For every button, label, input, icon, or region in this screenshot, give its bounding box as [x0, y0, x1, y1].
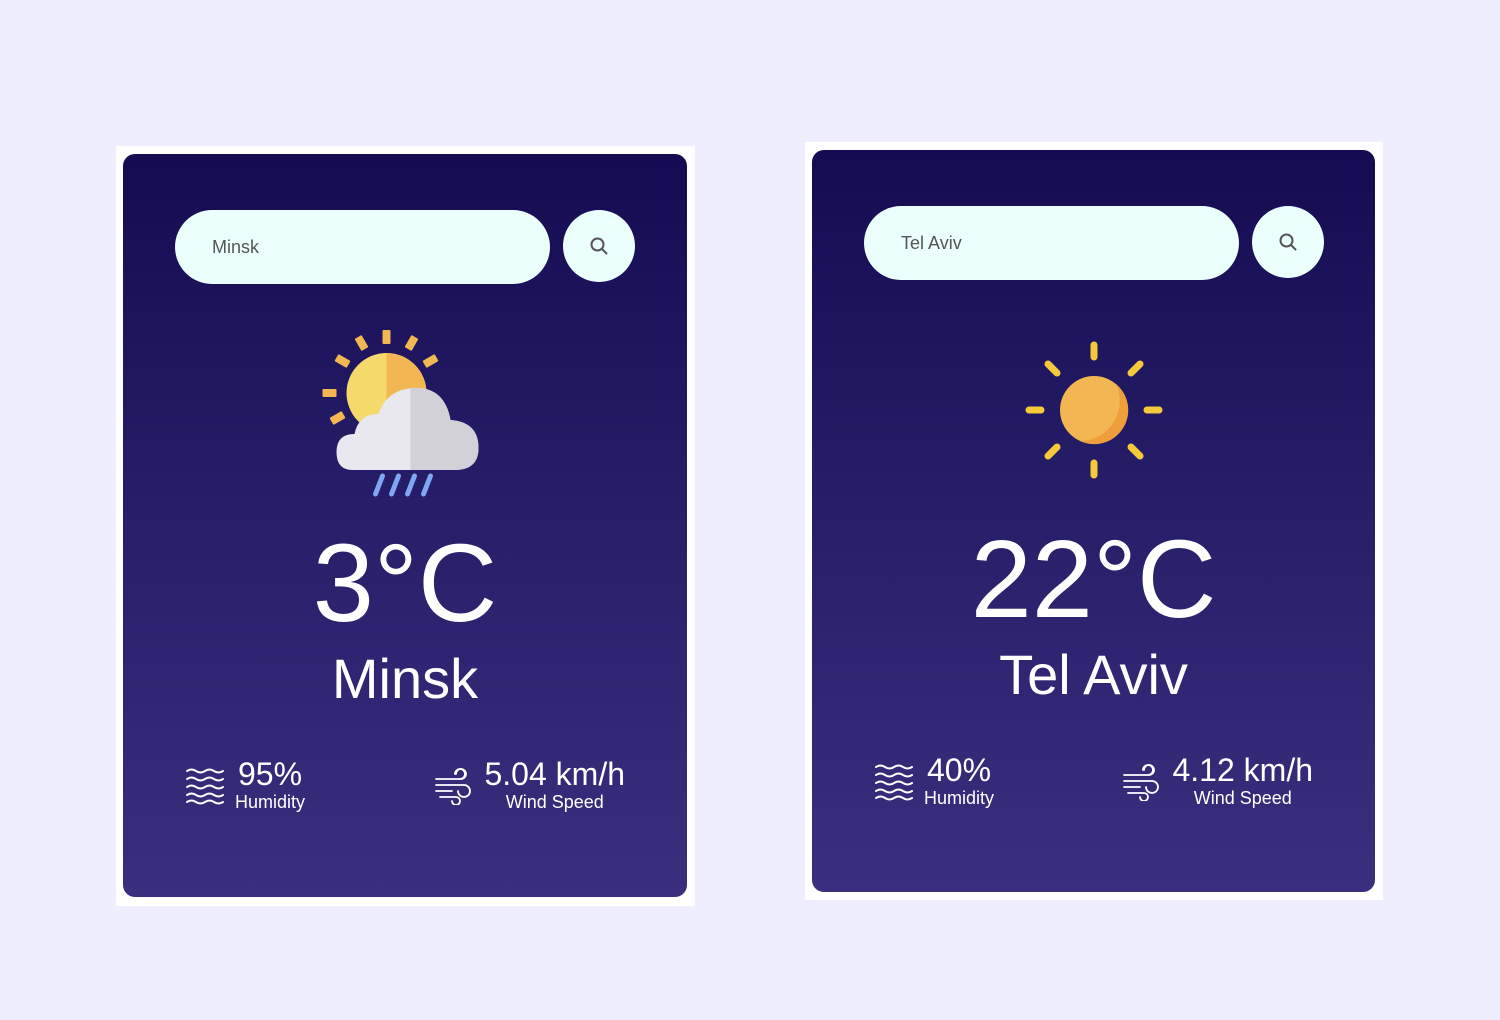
- humidity-label: Humidity: [235, 792, 306, 813]
- humidity-label: Humidity: [924, 788, 995, 809]
- humidity-value: 40%: [926, 752, 992, 788]
- city-search-input[interactable]: [175, 210, 550, 284]
- wind-speed-value: 5.04 km/h: [484, 756, 625, 792]
- temperature: 3°C: [312, 522, 498, 645]
- humidity-value: 95%: [237, 756, 303, 792]
- search-bar: [864, 206, 1324, 280]
- search-button[interactable]: [1252, 206, 1324, 278]
- sun-icon: [1025, 341, 1162, 479]
- city-name: Tel Aviv: [999, 643, 1188, 706]
- sun-cloud-rain-icon: [322, 330, 479, 497]
- search-button[interactable]: [563, 210, 635, 282]
- wind-stat: 4.12 km/h Wind Speed: [1122, 752, 1313, 810]
- search-bar: [175, 210, 635, 284]
- weather-details: 95% Humidity 5.04 km/h Wind Speed: [185, 756, 625, 821]
- wind-stat: 5.04 km/h Wind Speed: [434, 756, 625, 814]
- temperature: 22°C: [970, 518, 1217, 641]
- humidity-stat: 95% Humidity: [185, 756, 306, 814]
- humidity-waves-icon: [186, 768, 224, 805]
- wind-speed-label: Wind Speed: [505, 792, 604, 813]
- humidity-waves-icon: [875, 764, 913, 801]
- humidity-stat: 40% Humidity: [874, 752, 995, 810]
- search-icon: [590, 237, 608, 255]
- weather-card: 22°C Tel Aviv 40% Humidity: [812, 150, 1375, 892]
- search-icon: [1279, 233, 1297, 251]
- weather-widget-frame: 22°C Tel Aviv 40% Humidity: [805, 142, 1383, 900]
- wind-speed-label: Wind Speed: [1193, 788, 1292, 809]
- city-name: Minsk: [331, 647, 479, 710]
- weather-card: 3°C Minsk 95% Humidity: [123, 154, 687, 897]
- wind-icon: [435, 768, 472, 806]
- wind-speed-value: 4.12 km/h: [1172, 752, 1313, 788]
- weather-widget-frame: 3°C Minsk 95% Humidity: [116, 146, 695, 906]
- weather-details: 40% Humidity 4.12 km/h Wind Speed: [874, 752, 1313, 817]
- wind-icon: [1123, 764, 1160, 802]
- city-search-input[interactable]: [864, 206, 1239, 280]
